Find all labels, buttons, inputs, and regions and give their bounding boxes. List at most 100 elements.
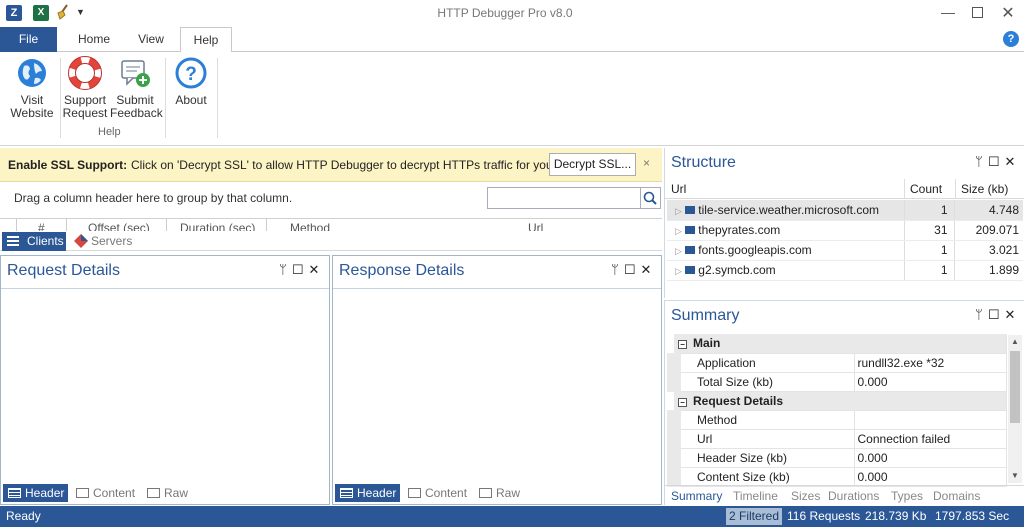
tab-timeline[interactable]: Timeline — [733, 489, 778, 503]
column-header-method[interactable]: Method — [290, 221, 330, 231]
tab-view[interactable]: View — [128, 27, 174, 52]
expand-arrow-icon[interactable]: ▷ — [675, 206, 682, 216]
tab-response-raw[interactable]: Raw — [474, 484, 524, 502]
category-label: Request Details — [693, 393, 784, 408]
tab-summary[interactable]: Summary — [671, 489, 722, 503]
structure-row[interactable]: ▷ tile-service.weather.microsoft.com 1 4… — [667, 200, 1023, 221]
help-icon[interactable]: ? — [1003, 31, 1019, 47]
folder-icon — [685, 226, 696, 234]
pin-icon[interactable]: ᛘ — [611, 262, 624, 277]
summary-key: Content Size (kb) — [667, 467, 855, 487]
column-header-url[interactable]: Url — [528, 221, 543, 231]
quick-access-dropdown-icon[interactable]: ▼ — [76, 7, 86, 17]
expand-arrow-icon[interactable]: ▷ — [675, 246, 682, 256]
search-input[interactable] — [487, 187, 641, 209]
float-icon[interactable]: ☐ — [988, 307, 1005, 322]
status-bar: Ready 2 Filtered 116 Requests 218.739 Kb… — [0, 506, 1024, 527]
summary-row[interactable]: Method — [667, 410, 1007, 430]
float-icon[interactable]: ☐ — [988, 154, 1005, 169]
summary-key: Method — [667, 410, 855, 430]
expand-arrow-icon[interactable]: ▷ — [675, 226, 682, 236]
search-icon[interactable] — [641, 187, 661, 209]
scroll-down-icon[interactable]: ▼ — [1011, 471, 1019, 480]
close-panel-icon[interactable]: ✕ — [308, 262, 324, 277]
scroll-thumb[interactable] — [1010, 351, 1020, 423]
tab-servers[interactable]: Servers — [70, 232, 132, 251]
tab-request-content[interactable]: Content — [71, 484, 139, 502]
float-icon[interactable]: ☐ — [624, 262, 641, 277]
close-panel-icon[interactable]: ✕ — [1004, 307, 1020, 322]
excel-icon[interactable]: X — [33, 5, 49, 21]
summary-category-main[interactable]: − Main — [674, 334, 1007, 354]
decrypt-ssl-button[interactable]: Decrypt SSL... — [549, 153, 636, 176]
group-by-hint: Drag a column header here to group by th… — [14, 191, 293, 205]
column-header-offset[interactable]: Offset (sec) — [88, 221, 150, 231]
collapse-icon[interactable]: − — [678, 340, 687, 350]
tab-request-raw[interactable]: Raw — [142, 484, 192, 502]
response-details-title: Response Details — [339, 262, 465, 279]
tab-response-header[interactable]: Header — [335, 484, 401, 502]
structure-cell-count: 1 — [903, 240, 954, 261]
tab-help[interactable]: Help — [180, 27, 232, 53]
structure-col-count[interactable]: Count — [910, 182, 942, 196]
column-header-duration[interactable]: Duration (sec) — [180, 221, 255, 231]
about-button[interactable]: ? About — [169, 56, 213, 107]
tab-domains[interactable]: Domains — [933, 489, 980, 503]
summary-scrollbar[interactable]: ▲ ▼ — [1008, 335, 1022, 483]
summary-row[interactable]: Content Size (kb) 0.000 — [667, 467, 1007, 487]
summary-row[interactable]: Total Size (kb) 0.000 — [667, 372, 1007, 392]
expand-arrow-icon[interactable]: ▷ — [675, 266, 682, 276]
pin-icon[interactable]: ᛘ — [975, 307, 988, 322]
tab-durations[interactable]: Durations — [828, 489, 879, 503]
folder-icon — [685, 205, 696, 214]
column-divider — [266, 219, 267, 231]
tab-file[interactable]: File — [0, 27, 57, 52]
scroll-up-icon[interactable]: ▲ — [1011, 337, 1019, 346]
collapse-icon[interactable]: − — [678, 397, 687, 407]
structure-col-url[interactable]: Url — [671, 182, 686, 196]
structure-col-size[interactable]: Size (kb) — [961, 182, 1008, 196]
tab-clients[interactable]: Clients — [2, 232, 66, 251]
summary-row[interactable]: Header Size (kb) 0.000 — [667, 448, 1007, 468]
maximize-button[interactable] — [972, 7, 983, 18]
pin-icon[interactable]: ᛘ — [975, 154, 988, 169]
ssl-bar-close-button[interactable]: × — [643, 156, 650, 170]
summary-row[interactable]: Application rundll32.exe *32 — [667, 353, 1007, 373]
svg-text:?: ? — [185, 64, 197, 85]
summary-row[interactable]: Url Connection failed — [667, 429, 1007, 449]
tab-label: Header — [357, 486, 397, 500]
support-request-button[interactable]: Support Request — [62, 56, 108, 120]
tab-response-content[interactable]: Content — [403, 484, 471, 502]
minimize-button[interactable]: — — [938, 4, 958, 22]
status-requests: 116 Requests — [787, 509, 861, 523]
ribbon-separator — [217, 58, 218, 138]
submit-feedback-button[interactable]: Submit Feedback — [110, 56, 163, 120]
table-icon — [76, 488, 89, 498]
close-panel-icon[interactable]: ✕ — [640, 262, 656, 277]
structure-title: Structure — [671, 154, 736, 171]
app-logo-icon[interactable]: Z — [6, 5, 22, 21]
structure-row[interactable]: ▷ thepyrates.com 31 209.071 — [667, 220, 1023, 241]
structure-cell-count: 1 — [903, 200, 954, 221]
tab-home[interactable]: Home — [70, 27, 118, 52]
ssl-notification-bar: Enable SSL Support: Click on 'Decrypt SS… — [0, 148, 662, 182]
structure-row[interactable]: ▷ g2.symcb.com 1 1.899 — [667, 260, 1023, 281]
tab-request-header[interactable]: Header — [3, 484, 69, 502]
structure-row[interactable]: ▷ fonts.googleapis.com 1 3.021 — [667, 240, 1023, 261]
status-ready: Ready — [6, 509, 41, 523]
pin-icon[interactable]: ᛘ — [279, 262, 292, 277]
tab-types[interactable]: Types — [891, 489, 923, 503]
servers-icon — [74, 234, 88, 248]
tab-sizes[interactable]: Sizes — [791, 489, 820, 503]
visit-website-button[interactable]: Visit Website — [8, 56, 56, 120]
float-icon[interactable]: ☐ — [292, 262, 309, 277]
clients-list-icon — [7, 236, 19, 247]
status-filtered[interactable]: 2 Filtered — [726, 508, 783, 525]
structure-cell-size: 4.748 — [953, 200, 1023, 221]
close-window-button[interactable]: ✕ — [1000, 3, 1016, 22]
summary-value: 0.000 — [854, 448, 1007, 468]
column-header-number[interactable]: # — [38, 221, 45, 231]
broom-icon[interactable] — [56, 4, 70, 20]
summary-category-request[interactable]: − Request Details — [674, 391, 1007, 411]
close-panel-icon[interactable]: ✕ — [1004, 154, 1020, 169]
